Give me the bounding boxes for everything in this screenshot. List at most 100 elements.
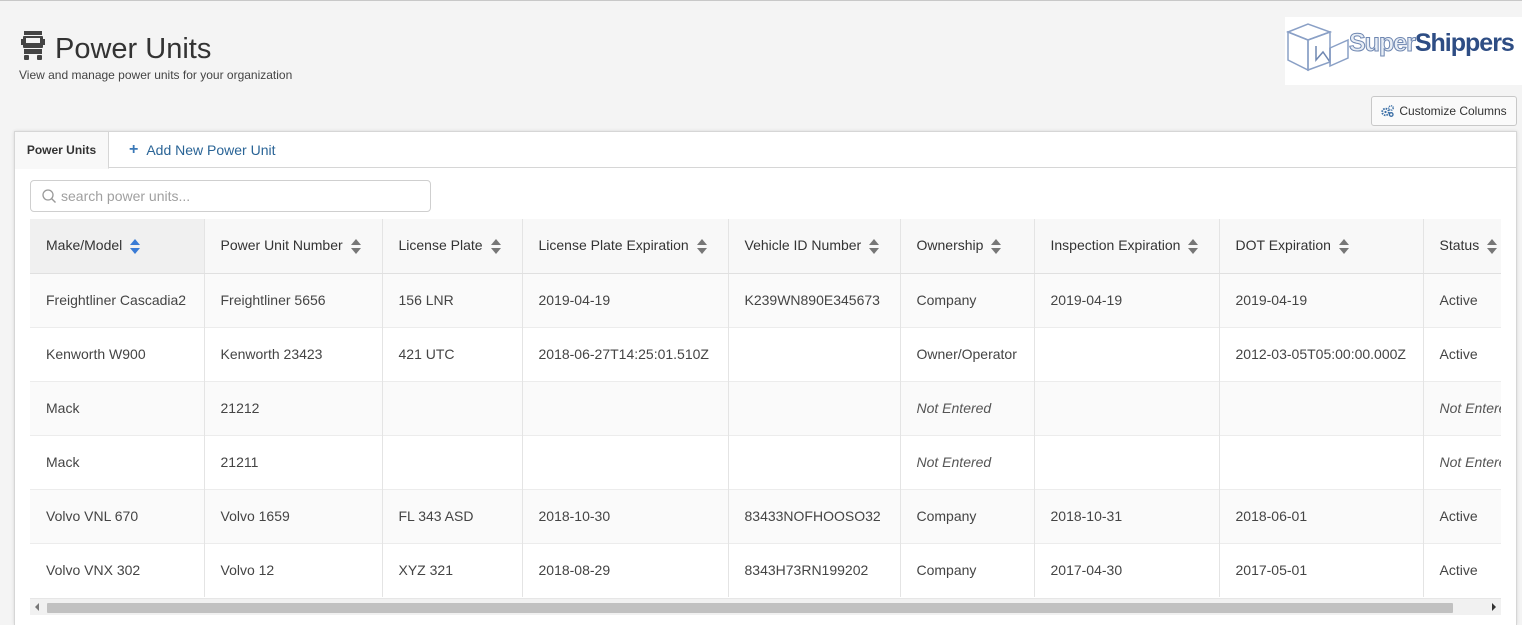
table-cell: Mack (30, 380, 205, 435)
sort-icon[interactable] (991, 239, 1002, 255)
table-cell: Freightliner 5656 (204, 272, 383, 327)
table-row[interactable]: Kenworth W900 Kenworth 23423 421 UTC 2018-0… (30, 326, 1501, 381)
table-cell: Company (900, 542, 1035, 597)
table-cell: Company (900, 488, 1035, 543)
table-cell: 2018-08-29 (522, 542, 729, 597)
table-cell: Volvo 12 (204, 542, 383, 597)
table-cell: 2019-04-19 (522, 272, 729, 327)
add-power-unit-button[interactable]: + Add New Power Unit (129, 132, 276, 168)
gears-icon (1381, 105, 1395, 117)
customize-columns-label: Customize Columns (1399, 104, 1507, 118)
table-cell: Not Entered (1423, 434, 1501, 489)
column-header-ownership[interactable]: Ownership (900, 219, 1035, 274)
column-header-label: DOT Expiration (1235, 237, 1331, 254)
sort-icon[interactable] (1487, 239, 1498, 255)
table-cell: Kenworth 23423 (204, 326, 383, 381)
table-cell: Freightliner Cascadia2 (30, 272, 205, 327)
logo-box-icon (1286, 23, 1349, 72)
table-cell: Not Entered (900, 380, 1035, 435)
column-header-label: Power Unit Number (220, 237, 343, 254)
sort-icon[interactable] (869, 239, 880, 255)
table-body: Freightliner Cascadia2 Freightliner 5656 1… (30, 272, 1501, 597)
scroll-right-arrow-icon[interactable] (1492, 603, 1496, 611)
customize-columns-button[interactable]: Customize Columns (1371, 96, 1517, 126)
tab-power-units[interactable]: Power Units (15, 132, 109, 169)
table-row[interactable]: Volvo VNL 670 Volvo 1659 FL 343 ASD 2018-10… (30, 488, 1501, 543)
page-header: Power Units View and manage power units … (0, 1, 1522, 91)
column-header-dot-expiration[interactable]: DOT Expiration (1219, 219, 1424, 274)
page-subtitle: View and manage power units for your org… (19, 68, 293, 82)
table-cell: Owner/Operator (900, 326, 1035, 381)
table-cell: 2012-03-05T05:00:00.000Z (1219, 326, 1424, 381)
table-row[interactable]: Volvo VNX 302 Volvo 12 XYZ 321 2018-08-29 83… (30, 542, 1501, 597)
table-cell: Active (1423, 326, 1501, 381)
company-logo: SuperShippers (1285, 17, 1522, 85)
table-cell (522, 380, 729, 435)
column-header-license-plate[interactable]: License Plate (382, 219, 523, 274)
table-cell: Volvo 1659 (204, 488, 383, 543)
table-cell: 2018-06-01 (1219, 488, 1424, 543)
sort-icon[interactable] (350, 239, 361, 255)
table-cell: Mack (30, 434, 205, 489)
column-header-inspection-expiration[interactable]: Inspection Expiration (1034, 219, 1220, 274)
table-cell: Not Entered (900, 434, 1035, 489)
table-cell: 83433NOFHOOSO32 (728, 488, 901, 543)
power-units-table: Make/Model Power Unit Number License Plate… (30, 219, 1501, 597)
column-header-label: Vehicle ID Number (744, 237, 862, 254)
table-cell (728, 380, 901, 435)
table-cell: Active (1423, 488, 1501, 543)
sort-icon[interactable] (490, 239, 501, 255)
column-header-label: Inspection Expiration (1050, 237, 1181, 254)
horizontal-scrollbar[interactable] (30, 598, 1501, 615)
column-header-power-unit-number[interactable]: Power Unit Number (204, 219, 383, 274)
power-units-panel: Power Units + Add New Power Unit Make/Mo… (14, 131, 1517, 625)
table-cell: 21211 (204, 434, 383, 489)
table-cell: 2019-04-19 (1034, 272, 1220, 327)
scroll-left-arrow-icon[interactable] (35, 603, 39, 611)
sort-icon[interactable] (696, 239, 707, 255)
sort-icon[interactable] (130, 239, 141, 255)
logo-text: SuperShippers (1349, 28, 1515, 58)
table-cell: Active (1423, 542, 1501, 597)
column-header-license-plate-expiration[interactable]: License Plate Expiration (522, 219, 729, 274)
table-cell: 8343H73RN199202 (728, 542, 901, 597)
table-cell: 2018-10-31 (1034, 488, 1220, 543)
table-cell (1034, 326, 1220, 381)
table-cell: Volvo VNX 302 (30, 542, 205, 597)
table-cell (1219, 434, 1424, 489)
sort-icon[interactable] (1188, 239, 1199, 255)
table-row[interactable]: Freightliner Cascadia2 Freightliner 5656 1… (30, 272, 1501, 327)
table-cell: Kenworth W900 (30, 326, 205, 381)
table-cell: 156 LNR (382, 272, 523, 327)
table-cell: Not Entered (1423, 380, 1501, 435)
table-cell (1034, 380, 1220, 435)
column-header-make-model[interactable]: Make/Model (30, 219, 205, 274)
table-cell (1034, 434, 1220, 489)
plus-icon: + (129, 141, 139, 158)
table-cell: 2018-06-27T14:25:01.510Z (522, 326, 729, 381)
table-cell: 2019-04-19 (1219, 272, 1424, 327)
column-header-label: License Plate (398, 237, 483, 254)
page-title: Power Units (55, 33, 212, 65)
search-input[interactable] (61, 186, 421, 206)
table-cell: 2017-05-01 (1219, 542, 1424, 597)
column-header-label: License Plate Expiration (538, 237, 689, 254)
add-power-unit-label: Add New Power Unit (146, 142, 276, 158)
table-row[interactable]: Mack21211 Not Entered Not Entered (30, 434, 1501, 489)
scrollbar-thumb[interactable] (47, 603, 1453, 613)
power-units-table-container: Make/Model Power Unit Number License Plate… (30, 219, 1501, 598)
table-cell: 2017-04-30 (1034, 542, 1220, 597)
table-row[interactable]: Mack21212 Not Entered Not Entered (30, 380, 1501, 435)
table-cell: Volvo VNL 670 (30, 488, 205, 543)
table-cell: Company (900, 272, 1035, 327)
column-header-label: Status (1439, 237, 1480, 254)
table-cell (382, 380, 523, 435)
sort-icon[interactable] (1338, 239, 1349, 255)
table-cell (728, 434, 901, 489)
table-cell (522, 434, 729, 489)
column-header-vehicle-id-number[interactable]: Vehicle ID Number (728, 219, 901, 274)
truck-icon (21, 31, 45, 60)
column-header-status[interactable]: Status (1423, 219, 1501, 274)
tab-bar: Power Units + Add New Power Unit (15, 132, 1516, 169)
logo-text-part2: Shippers (1414, 29, 1515, 57)
